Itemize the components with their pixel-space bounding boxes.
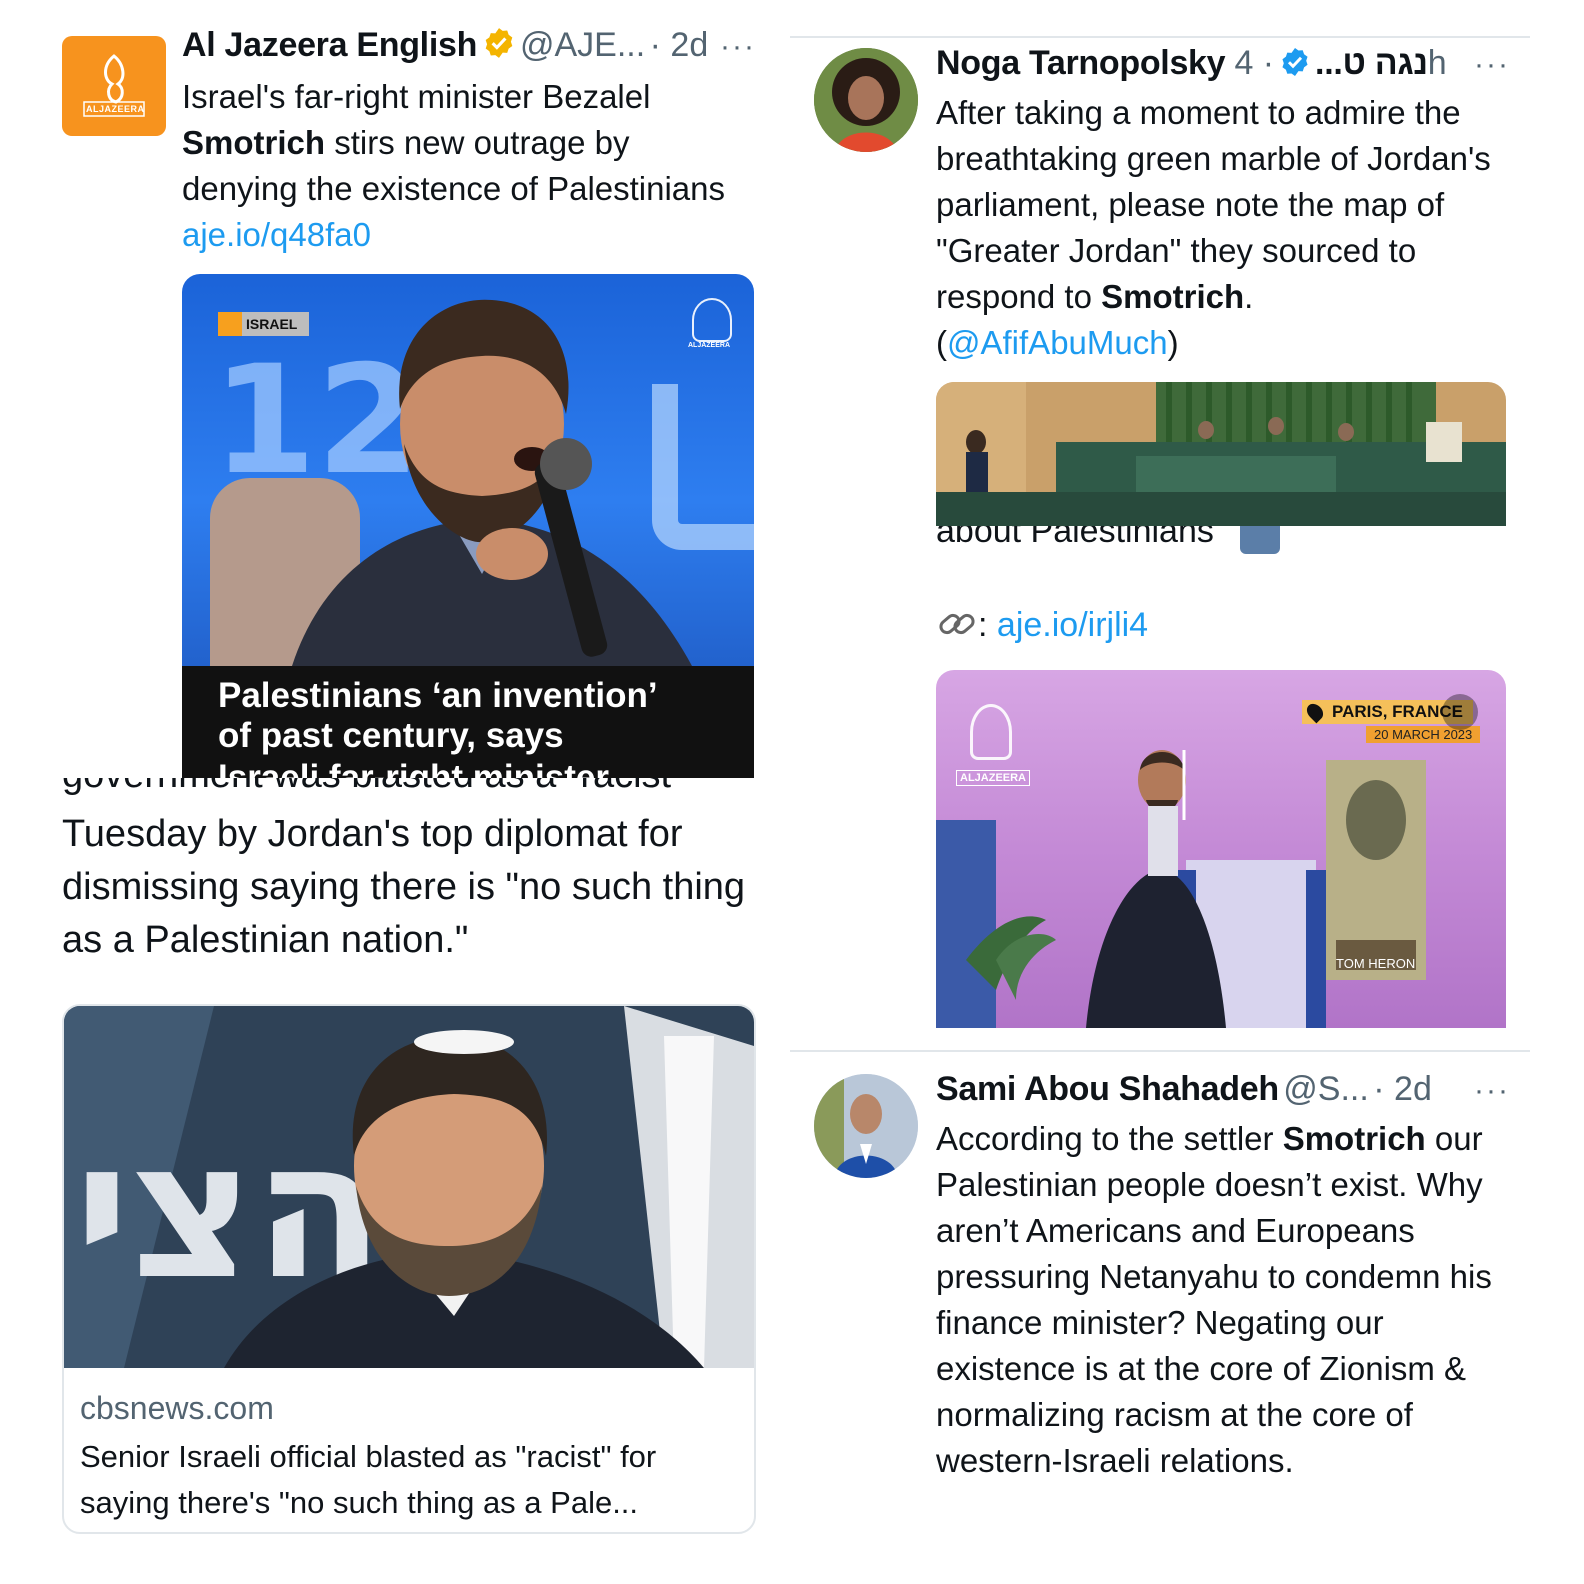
location-pin-icon — [218, 312, 242, 336]
headline-line-3: Israeli far-right minister — [218, 758, 609, 778]
smotrich-photo: הצי — [64, 1006, 754, 1368]
headline-line-1: Palestinians ‘an invention’ — [218, 676, 658, 715]
aljazeera-logo-icon — [83, 54, 145, 117]
sami-avatar[interactable] — [814, 1074, 918, 1178]
location-pin-icon — [1303, 700, 1327, 724]
headline-banner: Palestinians ‘an invention’ of past cent… — [182, 666, 754, 778]
paren: ) — [1167, 324, 1179, 361]
middle-divider — [790, 1050, 1530, 1052]
top-divider — [790, 36, 1530, 38]
sami-tweet-header: Sami Abou Shahadeh @S... · 2d — [936, 1070, 1496, 1109]
text-part: . — [1244, 278, 1254, 315]
video-link[interactable]: aje.io/irjli4 — [997, 606, 1148, 644]
card-title: Senior Israeli official blasted as "raci… — [80, 1439, 657, 1520]
cbs-post-text: Tuesday by Jordan's top diplomat for dis… — [62, 813, 746, 961]
author-name[interactable]: Sami Abou Shahadeh — [936, 1070, 1279, 1108]
aj-video-card[interactable]: ALJAZEERA PARIS, FRANCE 20 MARCH 2023 TO… — [936, 670, 1506, 1028]
mention-link[interactable]: @AfifAbuMuch — [947, 324, 1168, 361]
sami-tweet-text: According to the settler Smotrich our Pa… — [936, 1116, 1516, 1484]
avatar-photo — [814, 1074, 918, 1178]
more-options-icon[interactable]: ··· — [1474, 48, 1510, 82]
text-part: According to the settler — [936, 1120, 1283, 1157]
watermark-label: ALJAZEERA — [956, 770, 1031, 786]
mute-icon[interactable] — [1442, 694, 1478, 730]
location-tag: ISRAEL — [218, 312, 310, 336]
verified-blue-icon — [1282, 48, 1308, 76]
location-label: ISRAEL — [246, 316, 298, 332]
watermark-label: ALJAZEERA — [688, 342, 731, 349]
author-name[interactable]: Al Jazeera English — [182, 26, 477, 64]
aj-video-link-line: : aje.io/irjli4 — [936, 604, 1148, 645]
noga-tweet-text: After taking a moment to admire the brea… — [936, 90, 1496, 366]
headline-line-2: of past century, says — [218, 716, 564, 755]
more-options-icon[interactable]: ··· — [720, 30, 756, 64]
aj-media-card[interactable]: 12 ISRAEL ALJAZEERA Palestinians ‘an inv… — [182, 274, 754, 778]
parliament-photo[interactable] — [936, 382, 1506, 526]
bold-term: Smotrich — [1282, 1120, 1426, 1157]
author-handle[interactable]: @AJE... — [520, 26, 645, 64]
link-icon — [939, 613, 975, 635]
verified-gold-icon — [485, 28, 512, 58]
text-part: our Palestinian people doesn’t exist. Wh… — [936, 1120, 1492, 1479]
parliament-image — [936, 382, 1506, 526]
aj-tweet-text: Israel's far-right minister Bezalel Smot… — [182, 74, 742, 258]
paren: ( — [936, 324, 947, 361]
cbs-clipped-line-wrap: government was blasted as a "racist" — [62, 778, 762, 800]
bold-term: Smotrich — [1101, 278, 1245, 315]
aj-avatar-label: ALJAZEERA — [86, 104, 145, 114]
noga-tweet-header: Noga Tarnopolsky נגה ט... · 4h — [936, 44, 1496, 83]
poster-label: TOM HERON — [1336, 956, 1416, 971]
card-domain: cbsnews.com — [80, 1390, 274, 1426]
bold-term: Smotrich — [182, 124, 326, 161]
text-part: Israel's far-right minister Bezalel — [182, 78, 651, 115]
aljazeera-watermark-icon — [692, 298, 732, 342]
aj-avatar[interactable]: ALJAZEERA — [62, 36, 166, 136]
more-options-icon[interactable]: ··· — [1474, 1074, 1510, 1108]
tweet-link[interactable]: aje.io/q48fa0 — [182, 216, 371, 253]
cbs-link-card[interactable]: הצי cbsnews.com Senior Israeli official … — [62, 1004, 756, 1534]
post-time[interactable]: · 2d — [650, 26, 709, 64]
author-handle[interactable]: @S... — [1283, 1070, 1369, 1108]
link-prefix: : — [978, 606, 997, 644]
noga-avatar[interactable] — [814, 48, 918, 152]
clipped-text: about Palestinians — [936, 526, 1214, 550]
author-name[interactable]: Noga Tarnopolsky נגה ט... — [936, 44, 1428, 82]
post-time[interactable]: · 2d — [1373, 1070, 1432, 1108]
clipped-text: government was blasted as a "racist" — [62, 778, 685, 797]
check-emoji-icon — [1240, 526, 1280, 554]
aj-video-clipped-wrap: about Palestinians — [936, 526, 1496, 556]
aj-tweet-header: Al Jazeera English @AJE... · 2d — [182, 26, 762, 70]
aljazeera-watermark-icon — [970, 704, 1012, 760]
avatar-photo — [814, 48, 918, 152]
